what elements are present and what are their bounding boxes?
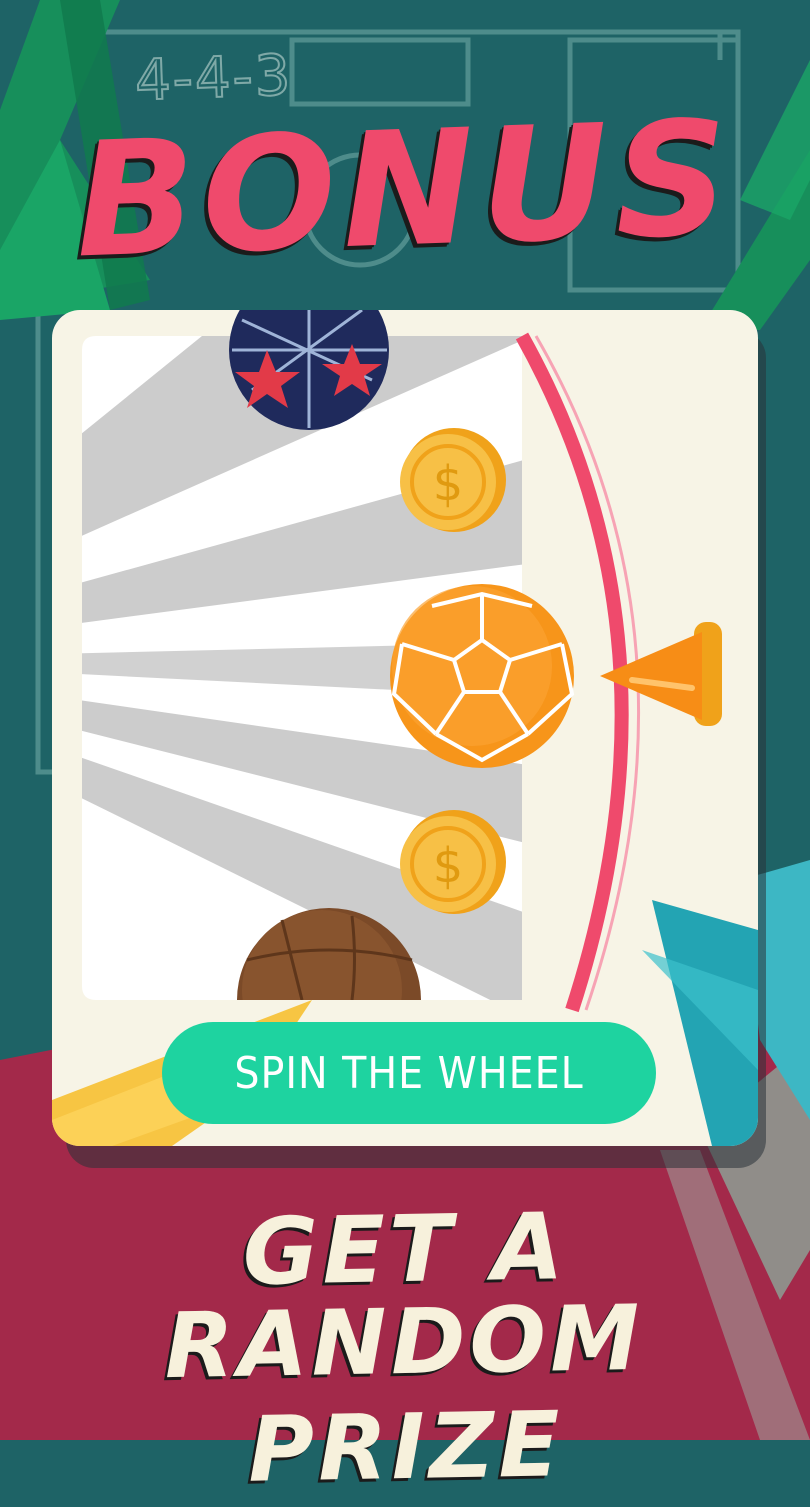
tagline-line2: RANDOM PRIZE [163,1285,645,1503]
orange-ball-icon [390,584,575,768]
spin-button-label: SPIN THE WHEEL [234,1047,584,1099]
prize-wheel[interactable]: $ $ [52,310,758,1146]
spin-the-wheel-button[interactable]: SPIN THE WHEEL [162,1022,656,1124]
page-title: BONUS [72,86,738,294]
prize-card: $ $ SPIN THE WHEEL [52,310,758,1146]
svg-text:$: $ [433,838,464,894]
svg-text:$: $ [433,456,464,512]
